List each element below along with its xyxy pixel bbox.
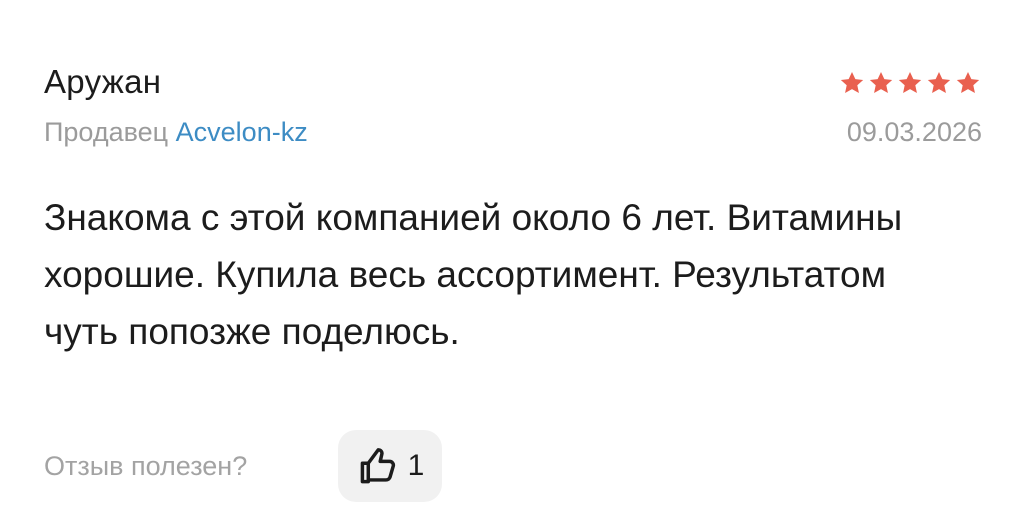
review-author: Аружан [44,63,162,100]
helpful-label: Отзыв полезен? [44,451,248,481]
star-icon [927,71,951,93]
review-date: 09.03.2026 [846,117,982,147]
seller-prefix: Продавец [44,117,169,147]
star-icon [840,71,864,93]
rating-stars [838,70,982,96]
star-icon [898,71,922,93]
seller-line: Продавец Acvelon-kz [44,114,308,150]
like-count: 1 [407,449,425,482]
review-card: Аружан Продавец Acvelon-kz 09.03.2026 Зн… [44,0,984,531]
seller-link[interactable]: Acvelon-kz [176,117,308,147]
star-icon [956,71,980,93]
thumbs-up-icon [360,448,395,484]
review-text: Знакома с этой компанией около 6 лет. Ви… [44,197,903,352]
star-icon [869,71,893,93]
helpful-like-button[interactable]: 1 [338,430,442,502]
